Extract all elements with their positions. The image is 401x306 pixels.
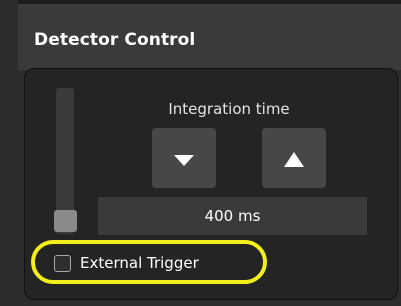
increase-integration-button[interactable]	[262, 128, 326, 188]
decrease-integration-button[interactable]	[152, 128, 216, 188]
external-trigger-checkbox[interactable]	[54, 254, 71, 272]
vertical-slider-handle[interactable]	[54, 210, 77, 232]
panel-title: Detector Control	[34, 30, 196, 50]
integration-time-value[interactable]: 400 ms	[98, 197, 367, 235]
external-trigger-label[interactable]: External Trigger	[80, 254, 199, 272]
detector-control-window: Detector Control Integration time 400 ms…	[0, 0, 401, 306]
integration-time-label: Integration time	[168, 100, 290, 118]
triangle-down-icon	[174, 155, 194, 166]
external-trigger-row[interactable]: External Trigger	[54, 251, 199, 275]
triangle-up-icon	[284, 152, 304, 167]
